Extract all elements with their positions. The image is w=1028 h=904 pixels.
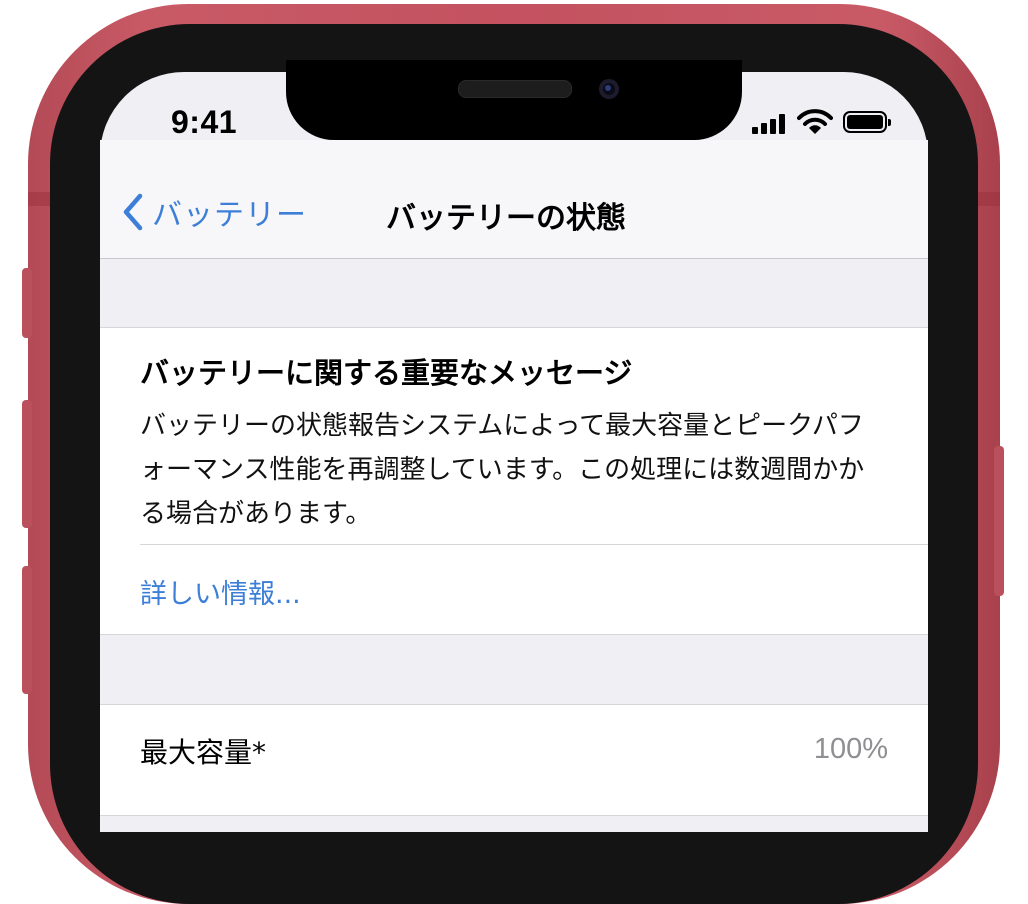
chevron-left-icon xyxy=(123,193,143,231)
side-button-volume-down xyxy=(22,566,32,694)
earpiece-speaker xyxy=(458,80,572,98)
message-title: バッテリーに関する重要なメッセージ xyxy=(140,356,633,390)
card-divider xyxy=(140,544,928,545)
notch xyxy=(286,60,742,140)
capacity-value: 100% xyxy=(813,733,888,765)
status-time: 9:41 xyxy=(171,104,238,140)
page-title: バッテリーの状態 xyxy=(386,201,626,236)
back-button-label: バッテリー xyxy=(152,198,307,233)
side-button-silent xyxy=(22,268,32,338)
side-button-volume-up xyxy=(22,400,32,528)
message-body: バッテリーの状態報告システムによって最大容量とピークパフォーマンス性能を再調整し… xyxy=(140,411,865,529)
wifi-icon xyxy=(797,109,833,134)
maximum-capacity-row: 最大容量* 100% xyxy=(100,704,928,816)
side-button-power xyxy=(994,446,1004,596)
front-camera xyxy=(599,79,619,99)
battery-icon xyxy=(843,111,891,133)
back-button[interactable]: バッテリー xyxy=(122,190,307,234)
battery-message-card: バッテリーに関する重要なメッセージ バッテリーの状態報告システムによって最大容量… xyxy=(100,327,928,635)
cellular-signal-icon xyxy=(752,114,790,134)
capacity-label: 最大容量* xyxy=(140,736,267,769)
learn-more-link[interactable]: 詳しい情報... xyxy=(140,572,301,611)
